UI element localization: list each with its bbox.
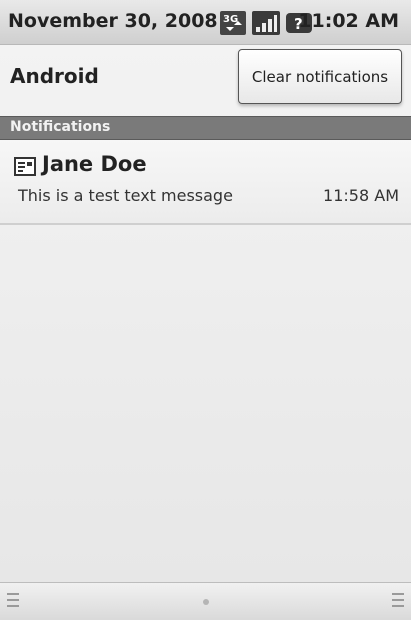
status-date: November 30, 2008 <box>8 10 218 32</box>
section-header: Notifications <box>0 116 411 140</box>
notification-item[interactable]: Jane Doe This is a test text message 11:… <box>0 140 411 225</box>
sms-message-icon <box>14 157 36 181</box>
shade-header: Android Clear notifications <box>0 45 411 113</box>
signal-strength-icon <box>252 11 280 39</box>
notification-title: Jane Doe <box>42 152 147 176</box>
page-title: Android <box>10 64 99 88</box>
notification-time: 11:58 AM <box>323 186 399 205</box>
notification-shade: November 30, 2008 3G ? 11:02 AM Android … <box>0 0 411 620</box>
network-3g-icon: 3G <box>220 11 246 39</box>
shade-drag-handle[interactable] <box>0 582 411 620</box>
notification-message: This is a test text message <box>18 186 233 205</box>
handle-dot-icon <box>203 599 209 605</box>
section-label: Notifications <box>10 119 111 135</box>
status-bar[interactable]: November 30, 2008 3G ? 11:02 AM <box>0 0 411 45</box>
grip-left-icon <box>7 593 19 611</box>
status-time: 11:02 AM <box>298 10 399 32</box>
clear-notifications-button[interactable]: Clear notifications <box>238 49 402 104</box>
grip-right-icon <box>392 593 404 611</box>
